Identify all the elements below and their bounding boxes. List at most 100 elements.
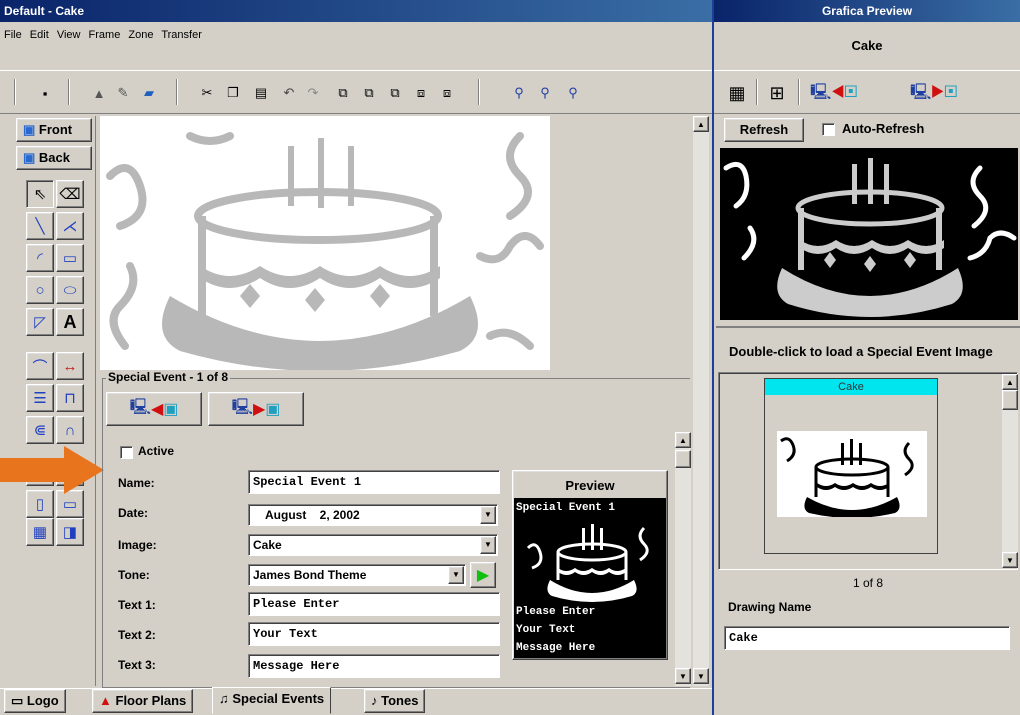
canvas-scroll-up[interactable]: ▲ [693, 116, 709, 132]
menu-edit[interactable]: Edit [30, 29, 49, 41]
triangle-tool-icon[interactable]: ▲ [88, 82, 110, 104]
tab-logo[interactable]: ▭ Logo [4, 689, 66, 713]
align-icon-5[interactable]: ⧈ [436, 82, 458, 104]
menu-frame[interactable]: Frame [89, 29, 121, 41]
refresh-button[interactable]: Refresh [724, 118, 804, 142]
tone-select[interactable]: James Bond Theme ▼ [248, 564, 466, 586]
frame-tool[interactable]: ◨ [56, 518, 84, 546]
zoom-out-icon[interactable]: ⚲ [534, 82, 556, 104]
chevron-down-icon[interactable]: ▼ [480, 536, 496, 554]
layout-single-icon[interactable]: ▦ [726, 82, 748, 104]
download-to-device-button[interactable]: 🖳 ◀ ▣ [106, 392, 202, 426]
play-tone-button[interactable]: ▶ [470, 562, 496, 588]
zoom-icon[interactable]: ⚲ [508, 82, 530, 104]
paste-icon[interactable]: ▤ [250, 82, 272, 104]
zoom-in-icon[interactable]: ⚲ [562, 82, 584, 104]
text2-label: Text 2: [118, 628, 156, 642]
image-tool-icon[interactable]: ▰ [138, 82, 160, 104]
line-tool[interactable]: ╲ [26, 212, 54, 240]
front-icon: ▣ [23, 122, 36, 137]
bell-icon: ♫ [219, 691, 229, 706]
form-scroll-up[interactable]: ▲ [675, 432, 691, 448]
grid-tool[interactable]: ▦ [26, 518, 54, 546]
send-to-device-icon[interactable]: 🖳◀▣ [810, 81, 858, 108]
back-button[interactable]: ▣ Back [16, 146, 92, 170]
redo-icon[interactable]: ↷ [302, 82, 324, 104]
counter-tool[interactable]: ▭ [56, 490, 84, 518]
date-select[interactable]: August 2, 2002 ▼ [248, 504, 498, 526]
text-tool[interactable]: A [56, 308, 84, 336]
device-icon: ▣ [163, 401, 179, 418]
chevron-down-icon[interactable]: ▼ [448, 566, 464, 584]
auto-refresh-checkbox[interactable] [822, 123, 835, 136]
form-scrollbar[interactable] [675, 432, 691, 686]
tab-floor-plans[interactable]: ▲ Floor Plans [92, 689, 194, 713]
polygon-tool[interactable]: ◸ [26, 308, 54, 336]
dimension-tool[interactable]: ↔ [56, 352, 84, 380]
copy-icon[interactable]: ❐ [222, 82, 244, 104]
curve-tool[interactable]: ⌒ [26, 352, 54, 380]
preview-title-bar: Grafica Preview [714, 0, 1020, 22]
form-scroll-down[interactable]: ▼ [675, 668, 691, 684]
thumbnail-scroll-down[interactable]: ▼ [1002, 552, 1018, 568]
thumbnail-scroll-thumb[interactable] [1002, 390, 1018, 410]
tab-special-events[interactable]: ♫ Special Events [212, 687, 332, 714]
thumbnail-card[interactable]: Cake [764, 378, 938, 554]
receive-from-device-icon[interactable]: 🖳▶▣ [910, 81, 958, 108]
text2-field[interactable]: Your Text [248, 622, 500, 646]
main-menu-bar: File Edit View Frame Zone Transfer [0, 22, 712, 48]
play-icon: ▶ [476, 567, 490, 584]
name-field[interactable]: Special Event 1 [248, 470, 500, 494]
curve-shape-tool[interactable]: ⋐ [26, 416, 54, 444]
undo-icon[interactable]: ↶ [278, 82, 300, 104]
shelf-tool[interactable]: ☰ [26, 384, 54, 412]
active-checkbox[interactable] [120, 446, 133, 459]
image-select[interactable]: Cake ▼ [248, 534, 498, 556]
eraser-tool[interactable]: ⌫ [56, 180, 84, 208]
menu-zone[interactable]: Zone [128, 29, 153, 41]
canvas-scroll-down[interactable]: ▼ [693, 668, 709, 684]
align-icon-3[interactable]: ⧉ [384, 82, 406, 104]
text3-field[interactable]: Message Here [248, 654, 500, 678]
text1-field[interactable]: Please Enter [248, 592, 500, 616]
main-toolbar: ▪ ▲ ✎ ▰ ✂ ❐ ▤ ↶ ↷ ⧉ ⧉ ⧉ ⧈ ⧈ ⚲ ⚲ ⚲ [0, 70, 712, 114]
arch-tool[interactable]: ∩ [56, 416, 84, 444]
preview-line-1: Special Event 1 [516, 502, 616, 514]
arc-tool[interactable]: ◜ [26, 244, 54, 272]
tone-select-value: James Bond Theme [253, 568, 367, 582]
active-label: Active [138, 444, 175, 458]
drawing-canvas[interactable] [100, 116, 550, 370]
preview-cake-image [526, 524, 649, 602]
align-icon-4[interactable]: ⧈ [410, 82, 432, 104]
callout-arrow [0, 446, 104, 494]
wall-tool[interactable]: ▯ [26, 490, 54, 518]
table-tool[interactable]: ⊓ [56, 384, 84, 412]
text1-label: Text 1: [118, 598, 156, 612]
layout-grid-icon[interactable]: ⊞ [766, 82, 788, 104]
upload-from-device-button[interactable]: 🖳 ▶ ▣ [208, 392, 304, 426]
thumbnail-scroll-up[interactable]: ▲ [1002, 374, 1018, 390]
align-icon-2[interactable]: ⧉ [358, 82, 380, 104]
align-icon-1[interactable]: ⧉ [332, 82, 354, 104]
front-button[interactable]: ▣ Front [16, 118, 92, 142]
menu-transfer[interactable]: Transfer [161, 29, 202, 41]
rectangle-tool[interactable]: ▭ [56, 244, 84, 272]
form-scroll-thumb[interactable] [675, 450, 691, 468]
event-preview-label: Preview [565, 478, 615, 493]
ellipse-tool[interactable]: ⬭ [56, 276, 84, 304]
cut-icon[interactable]: ✂ [196, 82, 218, 104]
canvas-scrollbar[interactable] [693, 116, 709, 686]
chevron-down-icon[interactable]: ▼ [480, 506, 496, 524]
polyline-tool[interactable]: ⋌ [56, 212, 84, 240]
drawing-name-field[interactable]: Cake [724, 626, 1010, 650]
menu-view[interactable]: View [57, 29, 81, 41]
cake-drawing [106, 132, 544, 370]
circle-tool[interactable]: ○ [26, 276, 54, 304]
tab-tones[interactable]: ♪ Tones [364, 689, 426, 713]
select-arrow-tool[interactable]: ⇖ [26, 180, 54, 208]
thumbnail-image [777, 431, 927, 517]
paint-tool-icon[interactable]: ✎ [112, 82, 134, 104]
menu-file[interactable]: File [4, 29, 22, 41]
save-icon[interactable]: ▪ [34, 82, 56, 104]
toolbar-separator [478, 79, 480, 105]
